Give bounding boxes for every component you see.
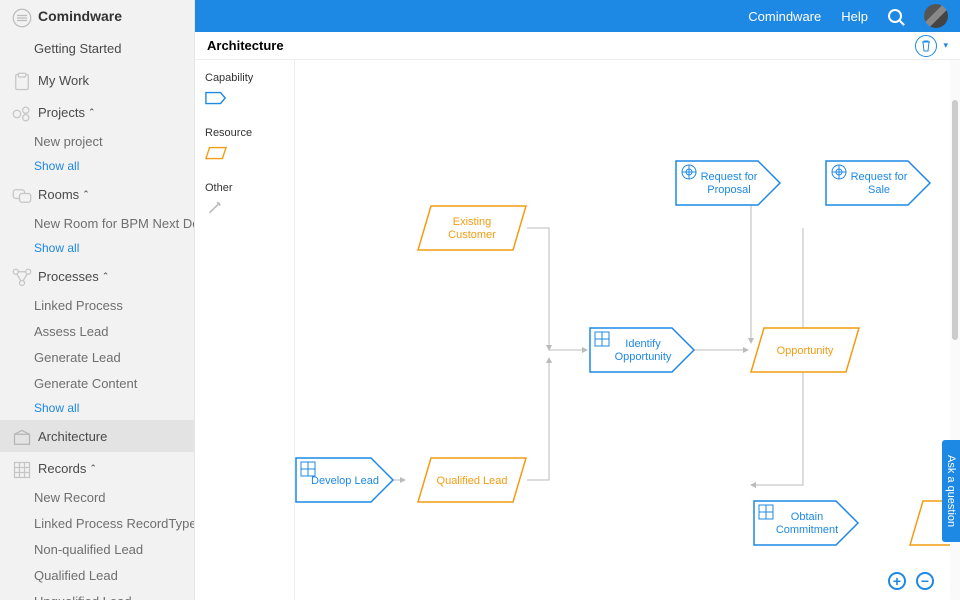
- svg-text:Qualified Lead: Qualified Lead: [437, 475, 508, 487]
- sidebar-sub-nonqualified-lead[interactable]: Non-qualified Lead: [0, 536, 194, 562]
- palette-capability-label: Capability: [205, 72, 284, 84]
- sidebar-getting-started-label: Getting Started: [34, 41, 121, 56]
- sidebar-sub-new-room[interactable]: New Room for BPM Next De...: [0, 210, 194, 236]
- sidebar-sub-linked-process[interactable]: Linked Process: [0, 292, 194, 318]
- zoom-in-button[interactable]: +: [888, 572, 906, 590]
- node-obtain-commitment[interactable]: ObtainCommitment: [753, 500, 859, 551]
- header-brand-link[interactable]: Comindware: [748, 9, 821, 24]
- svg-text:Existing: Existing: [453, 216, 492, 228]
- projects-icon: [12, 104, 32, 120]
- palette-resource-shape[interactable]: [205, 145, 284, 164]
- svg-text:Opportunity: Opportunity: [615, 351, 672, 363]
- palette-other-label: Other: [205, 182, 284, 194]
- ask-question-tab[interactable]: Ask a question: [942, 440, 960, 542]
- architecture-icon: [12, 428, 32, 444]
- delete-button[interactable]: [915, 35, 937, 57]
- sidebar-processes[interactable]: Processes⌃: [0, 260, 194, 292]
- main: Architecture ▾ Capability Resource Other: [195, 32, 960, 600]
- sidebar-rooms-showall[interactable]: Show all: [0, 236, 194, 260]
- sidebar-architecture[interactable]: Architecture: [0, 420, 194, 452]
- sidebar-sub-generate-content[interactable]: Generate Content: [0, 370, 194, 396]
- rooms-icon: [12, 186, 32, 202]
- avatar[interactable]: [924, 4, 948, 28]
- svg-text:Proposal: Proposal: [707, 184, 750, 196]
- svg-text:Opportunity: Opportunity: [777, 345, 834, 357]
- sidebar-records[interactable]: Records⌃: [0, 452, 194, 484]
- sidebar-sub-linked-recordtype[interactable]: Linked Process RecordType: [0, 510, 194, 536]
- header-help-link[interactable]: Help: [841, 9, 868, 24]
- sidebar-processes-showall[interactable]: Show all: [0, 396, 194, 420]
- sidebar-projects-label: Projects: [38, 105, 85, 120]
- search-icon[interactable]: [888, 9, 902, 23]
- menu-icon: [12, 8, 32, 24]
- zoom-controls: + −: [888, 572, 934, 590]
- svg-text:Develop Lead: Develop Lead: [311, 475, 379, 487]
- sidebar-processes-label: Processes: [38, 269, 99, 284]
- svg-text:Request for: Request for: [701, 171, 758, 183]
- records-icon: [12, 460, 32, 476]
- sidebar: Comindware Getting Started My Work Proje…: [0, 0, 195, 600]
- chevron-up-icon: ⌃: [89, 463, 97, 474]
- palette: Capability Resource Other: [195, 60, 295, 600]
- svg-text:Request for: Request for: [851, 171, 908, 183]
- chevron-up-icon: ⌃: [82, 189, 90, 200]
- sidebar-sub-qualified-lead[interactable]: Qualified Lead: [0, 562, 194, 588]
- node-identify-opportunity[interactable]: IdentifyOpportunity: [589, 327, 695, 378]
- chevron-up-icon: ⌃: [88, 107, 96, 118]
- diagram-canvas[interactable]: ExistingCustomer Request forProposal Req…: [295, 60, 960, 600]
- delete-dropdown[interactable]: ▾: [943, 40, 948, 51]
- sidebar-sub-unqualified-lead[interactable]: Unqualified Lead: [0, 588, 194, 600]
- sidebar-sub-new-project[interactable]: New project: [0, 128, 194, 154]
- sidebar-brand[interactable]: Comindware: [0, 0, 194, 32]
- page-titlebar: Architecture ▾: [195, 32, 960, 60]
- node-request-proposal[interactable]: Request forProposal: [675, 160, 781, 211]
- svg-text:Customer: Customer: [448, 229, 496, 241]
- palette-capability-shape[interactable]: [205, 90, 284, 109]
- sidebar-rooms-label: Rooms: [38, 187, 79, 202]
- canvas-area: Capability Resource Other Existi: [195, 60, 960, 600]
- node-develop-lead[interactable]: Develop Lead: [295, 457, 394, 508]
- clipboard-icon: [12, 72, 32, 88]
- svg-text:Sale: Sale: [868, 184, 890, 196]
- sidebar-sub-generate-lead[interactable]: Generate Lead: [0, 344, 194, 370]
- node-qualified-lead[interactable]: Qualified Lead: [417, 457, 527, 508]
- chevron-up-icon: ⌃: [102, 271, 110, 282]
- sidebar-sub-new-record[interactable]: New Record: [0, 484, 194, 510]
- palette-other-shape[interactable]: [205, 200, 284, 219]
- palette-resource-label: Resource: [205, 127, 284, 139]
- node-opportunity[interactable]: Opportunity: [750, 327, 860, 378]
- node-existing-customer[interactable]: ExistingCustomer: [417, 205, 527, 256]
- sidebar-sub-assess-lead[interactable]: Assess Lead: [0, 318, 194, 344]
- page-title: Architecture: [207, 38, 284, 53]
- node-request-sale[interactable]: Request forSale: [825, 160, 931, 211]
- processes-icon: [12, 268, 32, 284]
- sidebar-projects-showall[interactable]: Show all: [0, 154, 194, 178]
- sidebar-rooms[interactable]: Rooms⌃: [0, 178, 194, 210]
- sidebar-architecture-label: Architecture: [38, 429, 107, 444]
- sidebar-brand-label: Comindware: [38, 8, 122, 24]
- sidebar-my-work-label: My Work: [38, 73, 89, 88]
- zoom-out-button[interactable]: −: [916, 572, 934, 590]
- scrollbar-thumb[interactable]: [952, 100, 958, 340]
- sidebar-getting-started[interactable]: Getting Started: [0, 32, 194, 64]
- svg-text:Commitment: Commitment: [776, 524, 838, 536]
- svg-text:Obtain: Obtain: [791, 511, 823, 523]
- sidebar-my-work[interactable]: My Work: [0, 64, 194, 96]
- svg-text:Identify: Identify: [625, 338, 661, 350]
- sidebar-records-label: Records: [38, 461, 86, 476]
- sidebar-projects[interactable]: Projects⌃: [0, 96, 194, 128]
